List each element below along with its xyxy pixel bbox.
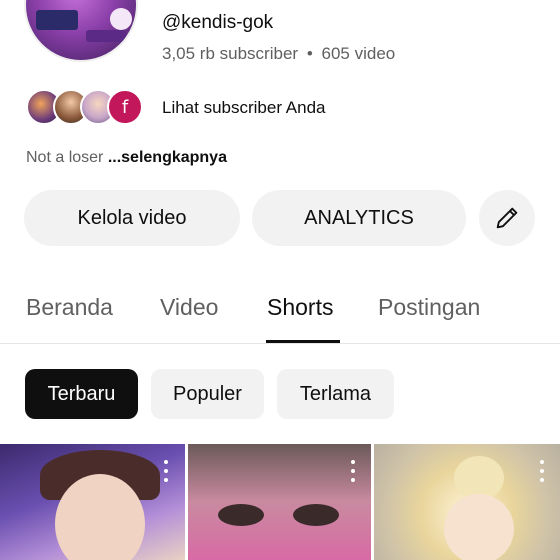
thumbnail-art bbox=[293, 504, 339, 526]
tab-beranda[interactable]: Beranda bbox=[26, 294, 113, 321]
thumbnail-art bbox=[444, 494, 514, 560]
shorts-thumbnail[interactable] bbox=[188, 444, 371, 560]
avatar-art-detail bbox=[86, 30, 126, 42]
pencil-icon bbox=[496, 207, 518, 229]
tab-postingan[interactable]: Postingan bbox=[378, 294, 480, 321]
subscriber-avatar-letter: f bbox=[107, 89, 143, 125]
more-options-icon[interactable] bbox=[163, 460, 169, 482]
channel-stats: 3,05 rb subscriber • 605 video bbox=[162, 44, 395, 64]
shorts-thumbnail[interactable] bbox=[374, 444, 560, 560]
more-options-icon[interactable] bbox=[539, 460, 545, 482]
active-tab-indicator bbox=[266, 340, 340, 343]
avatar-art-detail bbox=[36, 10, 78, 30]
stats-separator: • bbox=[306, 44, 313, 63]
video-count: 605 video bbox=[321, 44, 396, 63]
tab-video[interactable]: Video bbox=[160, 294, 218, 321]
channel-description[interactable]: Not a loser ...selengkapnya bbox=[26, 149, 227, 167]
tab-shorts[interactable]: Shorts bbox=[267, 294, 333, 321]
avatar-art-detail bbox=[110, 8, 132, 30]
edit-channel-button[interactable] bbox=[479, 190, 535, 246]
channel-avatar[interactable] bbox=[24, 0, 138, 62]
subscriber-count: 3,05 rb subscriber bbox=[162, 44, 299, 63]
analytics-button[interactable]: ANALYTICS bbox=[252, 190, 466, 246]
description-more-link[interactable]: ...selengkapnya bbox=[108, 149, 227, 166]
more-options-icon[interactable] bbox=[350, 460, 356, 482]
channel-tabs: Beranda Video Shorts Postingan bbox=[0, 282, 560, 344]
channel-handle: @kendis-gok bbox=[162, 12, 274, 33]
chip-terlama[interactable]: Terlama bbox=[277, 369, 394, 419]
subscriber-avatars[interactable]: f bbox=[26, 88, 143, 126]
shorts-thumbnail[interactable] bbox=[0, 444, 185, 560]
chip-populer[interactable]: Populer bbox=[151, 369, 264, 419]
manage-videos-button[interactable]: Kelola video bbox=[24, 190, 240, 246]
chip-terbaru[interactable]: Terbaru bbox=[25, 369, 138, 419]
thumbnail-art bbox=[218, 504, 264, 526]
description-text: Not a loser bbox=[26, 149, 108, 166]
view-subscribers-link[interactable]: Lihat subscriber Anda bbox=[162, 98, 326, 118]
